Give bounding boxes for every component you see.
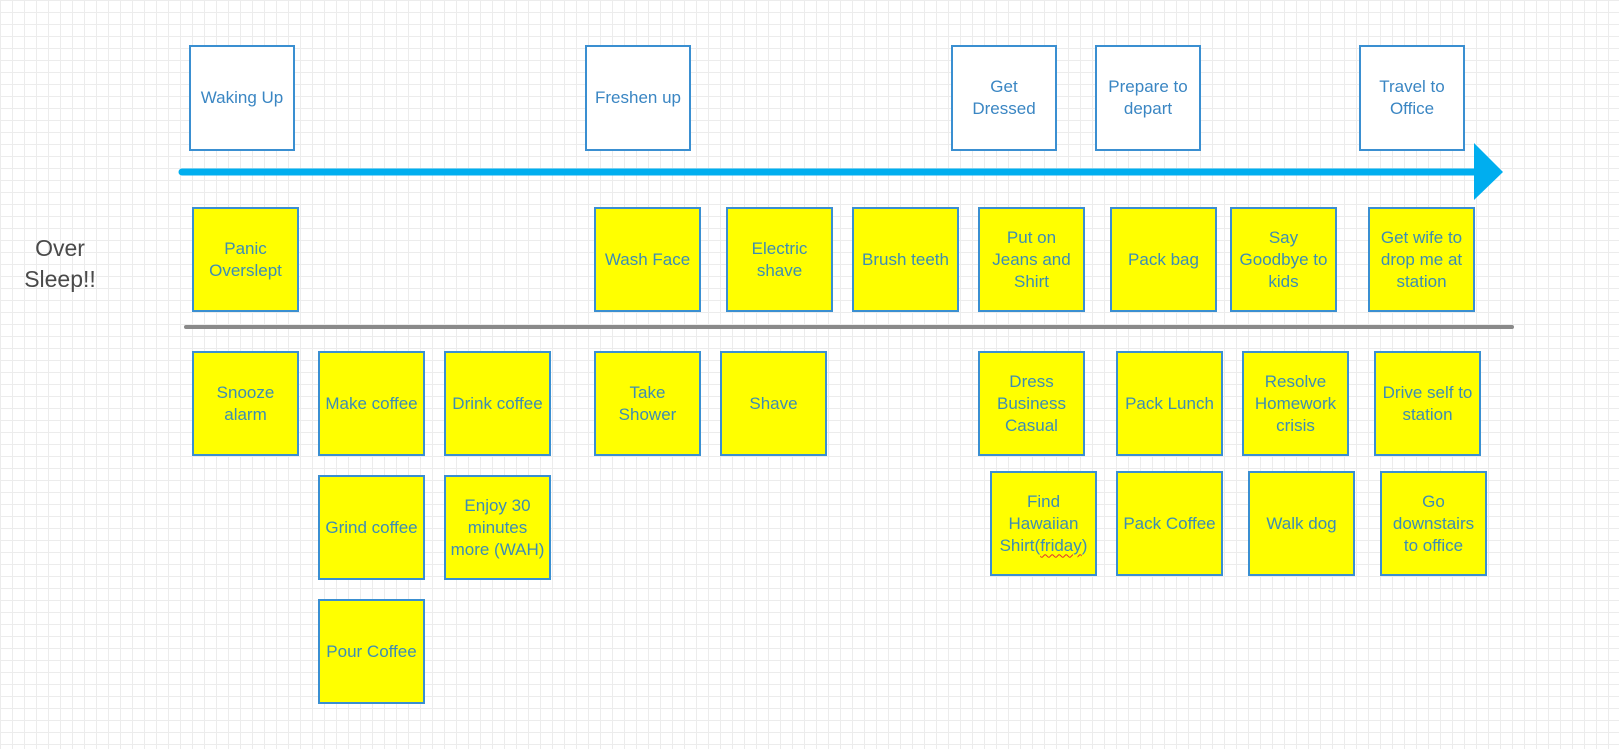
row-label-over-sleep: Over Sleep!!	[24, 235, 96, 292]
note-drink-coffee[interactable]: Drink coffee	[444, 351, 551, 456]
note-pack-lunch[interactable]: Pack Lunch	[1116, 351, 1223, 456]
stage-waking-up[interactable]: Waking Up	[189, 45, 295, 151]
timeline-arrow-head	[1474, 143, 1503, 200]
note-go-downstairs-to-office[interactable]: Go downstairs to office	[1380, 471, 1487, 576]
note-take-shower[interactable]: Take Shower	[594, 351, 701, 456]
note-pour-coffee[interactable]: Pour Coffee	[318, 599, 425, 704]
note-pack-coffee[interactable]: Pack Coffee	[1116, 471, 1223, 576]
note-resolve-homework-crisis[interactable]: Resolve Homework crisis	[1242, 351, 1349, 456]
note-drive-self-to-station[interactable]: Drive self to station	[1374, 351, 1481, 456]
note-enjoy-30-minutes-more[interactable]: Enjoy 30 minutes more (WAH)	[444, 475, 551, 580]
stage-travel-to-office[interactable]: Travel to Office	[1359, 45, 1465, 151]
note-electric-shave[interactable]: Electric shave	[726, 207, 833, 312]
note-put-on-jeans-and-shirt[interactable]: Put on Jeans and Shirt	[978, 207, 1085, 312]
note-make-coffee[interactable]: Make coffee	[318, 351, 425, 456]
note-say-goodbye-to-kids[interactable]: Say Goodbye to kids	[1230, 207, 1337, 312]
note-walk-dog[interactable]: Walk dog	[1248, 471, 1355, 576]
note-pack-bag[interactable]: Pack bag	[1110, 207, 1217, 312]
note-panic-overslept[interactable]: Panic Overslept	[192, 207, 299, 312]
note-grind-coffee[interactable]: Grind coffee	[318, 475, 425, 580]
note-snooze-alarm[interactable]: Snooze alarm	[192, 351, 299, 456]
note-shave[interactable]: Shave	[720, 351, 827, 456]
note-find-hawaiian-shirt-text: Find Hawaiian Shirt(friday)	[999, 491, 1088, 555]
note-get-wife-to-drop-me[interactable]: Get wife to drop me at station	[1368, 207, 1475, 312]
stage-get-dressed[interactable]: Get Dressed	[951, 45, 1057, 151]
note-wash-face[interactable]: Wash Face	[594, 207, 701, 312]
note-find-hawaiian-shirt[interactable]: Find Hawaiian Shirt(friday)	[990, 471, 1097, 576]
spellcheck-underline: friday	[1040, 535, 1082, 555]
note-dress-business-casual[interactable]: Dress Business Casual	[978, 351, 1085, 456]
note-brush-teeth[interactable]: Brush teeth	[852, 207, 959, 312]
stage-prepare-to-depart[interactable]: Prepare to depart	[1095, 45, 1201, 151]
stage-freshen-up[interactable]: Freshen up	[585, 45, 691, 151]
